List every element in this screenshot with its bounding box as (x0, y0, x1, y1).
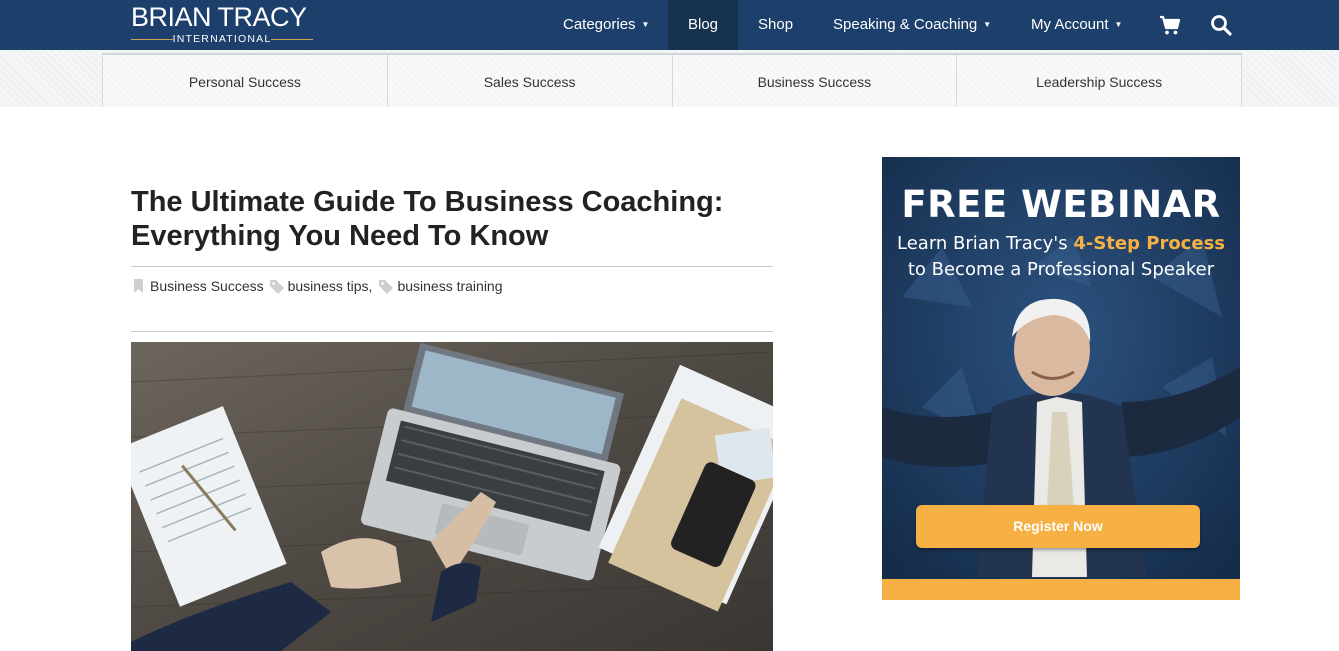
category-subnav: Personal Success Sales Success Business … (102, 53, 1242, 107)
webinar-ad-banner[interactable]: FREE WEBINAR Learn Brian Tracy's 4-Step … (882, 157, 1240, 600)
article-title: The Ultimate Guide To Business Coaching:… (131, 185, 791, 253)
nav-my-account[interactable]: My Account ▼ (1031, 0, 1122, 50)
caret-down-icon: ▼ (1114, 20, 1123, 29)
tag-icon (379, 280, 394, 294)
nav-blog-label: Blog (687, 16, 719, 33)
article-hero-image (131, 342, 773, 651)
nav-account-label: My Account (1031, 16, 1109, 33)
webinar-subtitle-line2: to Become a Professional Speaker (907, 259, 1215, 280)
bookmark-icon (134, 279, 143, 293)
ad-bottom-strip (882, 579, 1240, 600)
webinar-subtitle-line1: Learn Brian Tracy's 4-Step Process (882, 233, 1240, 254)
meta-divider (131, 331, 773, 332)
tag-link-business-tips[interactable]: business tips, (288, 278, 373, 294)
caret-down-icon: ▼ (983, 20, 992, 29)
logo-divider-right (271, 39, 313, 40)
category-link[interactable]: Business Success (150, 278, 264, 294)
webinar-title: FREE WEBINAR (901, 183, 1221, 226)
article-title-line2: Everything You Need To Know (131, 220, 549, 252)
subnav-leadership-success[interactable]: Leadership Success (956, 55, 1242, 107)
nav-categories[interactable]: Categories ▼ (563, 0, 649, 50)
logo-main-text: BRIAN TRACY (131, 2, 307, 32)
caret-down-icon: ▼ (641, 20, 650, 29)
tag-icon (269, 280, 284, 294)
nav-shop-label: Shop (758, 16, 794, 33)
nav-blog[interactable]: Blog (668, 0, 738, 50)
laptop-desk-illustration (131, 342, 773, 651)
brian-tracy-logo[interactable]: BRIAN TRACY INTERNATIONAL (131, 3, 316, 47)
shopping-cart-icon[interactable] (1158, 13, 1182, 37)
nav-categories-label: Categories (563, 16, 636, 33)
article-title-line1: The Ultimate Guide To Business Coaching: (131, 186, 724, 218)
subnav-personal-success[interactable]: Personal Success (102, 55, 387, 107)
register-now-button[interactable]: Register Now (916, 505, 1200, 548)
subnav-business-success[interactable]: Business Success (671, 55, 957, 107)
nav-speaking-label: Speaking & Coaching (833, 16, 978, 33)
title-divider (131, 266, 773, 267)
webinar-line1-text: Learn Brian Tracy's (897, 233, 1074, 254)
search-icon[interactable] (1209, 13, 1233, 37)
top-navigation-bar: BRIAN TRACY INTERNATIONAL Categories ▼ Bl… (0, 0, 1339, 50)
subnav-sales-success[interactable]: Sales Success (386, 55, 672, 107)
nav-speaking-coaching[interactable]: Speaking & Coaching ▼ (833, 0, 991, 50)
article-meta: Business Success business tips, business… (131, 278, 503, 294)
nav-shop[interactable]: Shop (758, 0, 793, 50)
webinar-highlight: 4-Step Process (1073, 233, 1225, 254)
tag-link-business-training[interactable]: business training (397, 278, 502, 294)
